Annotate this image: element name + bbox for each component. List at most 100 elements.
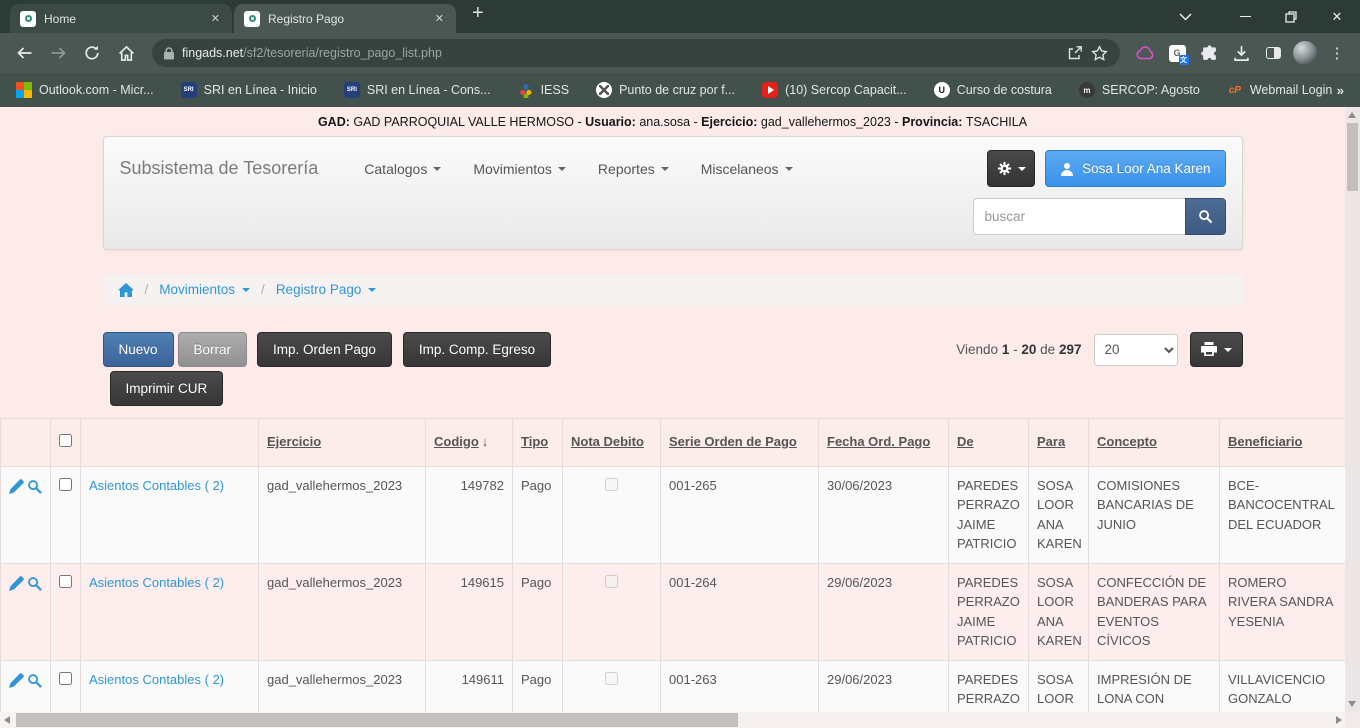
cell-serie: 001-263	[661, 660, 819, 712]
kebab-menu-icon[interactable]: ⋮	[1322, 38, 1352, 68]
column-header-de[interactable]: De	[949, 419, 1029, 467]
close-window-button[interactable]: ✕	[1314, 0, 1360, 33]
cell-para: SOSA LOOR ANA KAREN	[1029, 466, 1089, 563]
bookmarks-overflow-chevron[interactable]: »	[1337, 83, 1344, 98]
context-label: Usuario:	[585, 115, 639, 129]
search-button[interactable]	[1185, 198, 1226, 235]
menu-reportes[interactable]: Reportes	[598, 161, 669, 177]
view-magnifier-icon[interactable]	[27, 579, 45, 594]
column-header-nota_debito[interactable]: Nota Debito	[563, 419, 661, 467]
bookmark-item[interactable]: cPWebmail Login	[1227, 82, 1332, 98]
column-header-tipo[interactable]: Tipo	[513, 419, 563, 467]
reload-icon[interactable]	[76, 37, 108, 69]
cell-asientos: Asientos Contables ( 2)	[81, 466, 259, 563]
horizontal-scrollbar-thumb[interactable]	[16, 713, 738, 727]
user-button[interactable]: Sosa Loor Ana Karen	[1045, 150, 1225, 187]
edit-pencil-icon[interactable]	[9, 482, 27, 497]
share-icon[interactable]	[1067, 45, 1083, 61]
column-header-label: Nota Debito	[571, 434, 644, 449]
forward-icon[interactable]	[42, 37, 74, 69]
bookmark-item[interactable]: SRISRI en Línea - Cons...	[344, 82, 491, 98]
row-checkbox[interactable]	[59, 672, 72, 685]
page-size-select[interactable]: 20	[1094, 334, 1178, 366]
imp-comp-egreso-button[interactable]: Imp. Comp. Egreso	[403, 332, 551, 367]
cell-tipo: Pago	[513, 466, 563, 563]
app-navbar: Subsistema de Tesorería CatalogosMovimie…	[103, 136, 1243, 250]
menu-label: Miscelaneos	[701, 161, 779, 177]
bookmark-star-icon[interactable]	[1091, 45, 1108, 62]
imprimir-cur-button[interactable]: Imprimir CUR	[110, 371, 224, 406]
cell-row-actions	[1, 466, 51, 563]
column-header-concepto[interactable]: Concepto	[1089, 419, 1220, 467]
bookmark-item[interactable]: SRISRI en Línea - Inicio	[181, 82, 317, 98]
tab-search-chevron-icon[interactable]	[1162, 0, 1208, 33]
bookmark-item[interactable]: (10) Sercop Capacit...	[762, 82, 907, 98]
column-header-beneficiario[interactable]: Beneficiario	[1220, 419, 1346, 467]
bookmark-item[interactable]: UCurso de costura	[934, 82, 1052, 98]
view-magnifier-icon[interactable]	[27, 676, 45, 691]
tab-home[interactable]: Home ✕	[10, 4, 232, 33]
scroll-down-arrow-icon[interactable]	[1348, 701, 1356, 707]
minimize-button[interactable]	[1222, 0, 1268, 33]
menu-miscelaneos[interactable]: Miscelaneos	[701, 161, 793, 177]
downloads-icon[interactable]	[1226, 38, 1256, 68]
cross-stitch-favicon-icon	[596, 82, 612, 98]
translate-icon[interactable]: G文	[1162, 38, 1192, 68]
horizontal-scrollbar[interactable]	[0, 712, 1345, 728]
chevron-down-icon	[558, 167, 566, 171]
chevron-down-icon	[1224, 348, 1232, 352]
asientos-contables-link[interactable]: Asientos Contables ( 2)	[89, 672, 224, 687]
bookmark-item[interactable]: mSERCOP: Agosto	[1079, 82, 1200, 98]
url-path: /sf2/tesoreria/registro_pago_list.php	[243, 46, 442, 60]
tab-close-icon[interactable]: ✕	[431, 11, 448, 26]
profile-avatar[interactable]	[1290, 38, 1320, 68]
extensions-puzzle-icon[interactable]	[1194, 38, 1224, 68]
cell-row-actions	[1, 660, 51, 712]
tab-registro-pago[interactable]: Registro Pago ✕	[234, 4, 456, 33]
view-magnifier-icon[interactable]	[27, 482, 45, 497]
breadcrumb-registro-pago[interactable]: Registro Pago	[276, 282, 377, 297]
imp-orden-pago-button[interactable]: Imp. Orden Pago	[257, 332, 392, 367]
asientos-contables-link[interactable]: Asientos Contables ( 2)	[89, 575, 224, 590]
breadcrumb-home[interactable]	[118, 283, 134, 297]
row-checkbox[interactable]	[59, 478, 72, 491]
vertical-scrollbar[interactable]	[1345, 107, 1360, 712]
restore-button[interactable]	[1268, 0, 1314, 33]
new-tab-button[interactable]: +	[458, 2, 498, 31]
bookmark-item[interactable]: Punto de cruz por f...	[596, 82, 735, 98]
home-icon[interactable]	[110, 37, 142, 69]
bookmark-item[interactable]: Outlook.com - Micr...	[16, 82, 154, 98]
breadcrumb-movimientos[interactable]: Movimientos	[159, 282, 250, 297]
edit-pencil-icon[interactable]	[9, 676, 27, 691]
edit-pencil-icon[interactable]	[9, 579, 27, 594]
chevron-down-icon	[661, 167, 669, 171]
column-header-ejercicio[interactable]: Ejercicio	[259, 419, 426, 467]
bookmark-item[interactable]: IESS	[518, 82, 570, 98]
select-all-checkbox[interactable]	[59, 434, 72, 447]
bookmark-label: Webmail Login	[1250, 83, 1332, 97]
nuevo-button[interactable]: Nuevo	[103, 332, 174, 367]
column-header-codigo[interactable]: Codigo↓	[426, 419, 513, 467]
asientos-contables-link[interactable]: Asientos Contables ( 2)	[89, 478, 224, 493]
cloud-extension-icon[interactable]	[1130, 38, 1160, 68]
column-header-fecha[interactable]: Fecha Ord. Pago	[819, 419, 949, 467]
print-button[interactable]	[1190, 332, 1243, 367]
menu-catalogos[interactable]: Catalogos	[364, 161, 441, 177]
menu-movimientos[interactable]: Movimientos	[473, 161, 566, 177]
column-header-serie[interactable]: Serie Orden de Pago	[661, 419, 819, 467]
search-input[interactable]	[973, 198, 1185, 235]
column-header-para[interactable]: Para	[1029, 419, 1089, 467]
back-icon[interactable]	[8, 37, 40, 69]
settings-gear-button[interactable]	[987, 150, 1035, 187]
tab-close-icon[interactable]: ✕	[207, 11, 224, 26]
chevron-down-icon	[368, 288, 376, 292]
scroll-left-arrow-icon[interactable]	[4, 716, 10, 724]
url-bar[interactable]: fingads.net/sf2/tesoreria/registro_pago_…	[152, 39, 1120, 67]
side-panel-icon[interactable]	[1258, 38, 1288, 68]
cell-asientos: Asientos Contables ( 2)	[81, 660, 259, 712]
scroll-right-arrow-icon[interactable]	[1336, 716, 1342, 724]
scroll-up-arrow-icon[interactable]	[1348, 112, 1356, 118]
row-checkbox[interactable]	[59, 575, 72, 588]
borrar-button[interactable]: Borrar	[178, 332, 248, 367]
vertical-scrollbar-thumb[interactable]	[1347, 123, 1358, 191]
